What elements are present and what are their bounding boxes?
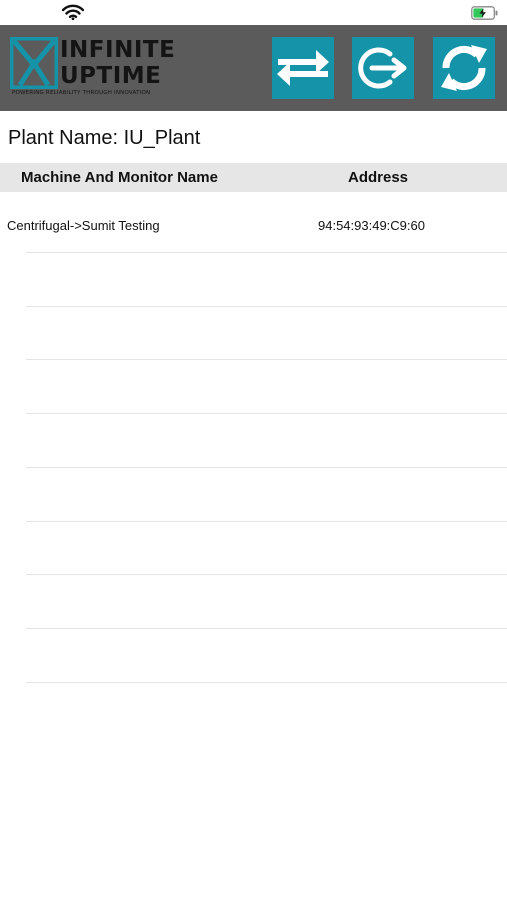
row-separator <box>26 682 507 683</box>
refresh-button[interactable] <box>433 37 495 99</box>
app-header: INFINITE UPTIME POWERING RELIABILITY THR… <box>0 25 507 111</box>
row-separator <box>26 574 507 575</box>
refresh-icon <box>441 45 487 91</box>
logo-mark-icon <box>10 37 58 89</box>
logout-button[interactable] <box>352 37 414 99</box>
address-cell: 94:54:93:49:C9:60 <box>318 218 425 233</box>
logo-line1: INFINITE <box>60 37 176 63</box>
plant-name: Plant Name: IU_Plant <box>8 127 201 149</box>
company-logo: INFINITE UPTIME POWERING RELIABILITY THR… <box>10 37 175 99</box>
column-header-address: Address <box>348 169 409 186</box>
row-separator <box>26 628 507 629</box>
row-separator <box>26 413 507 414</box>
machine-monitor-name-cell: Centrifugal->Sumit Testing <box>7 218 160 233</box>
column-header-machine-monitor-name: Machine And Monitor Name <box>21 169 218 186</box>
row-separator <box>26 252 507 253</box>
logo-line2: UPTIME <box>60 63 162 89</box>
table-row[interactable]: Centrifugal->Sumit Testing 94:54:93:49:C… <box>0 199 507 253</box>
table-header: Machine And Monitor Name Address <box>0 163 507 192</box>
row-separator <box>26 467 507 468</box>
battery-charging-icon <box>471 6 498 20</box>
row-separator <box>26 359 507 360</box>
swap-button[interactable] <box>272 37 334 99</box>
wifi-icon <box>62 4 84 20</box>
row-separator <box>26 521 507 522</box>
status-bar <box>0 0 507 25</box>
logout-icon <box>358 47 407 89</box>
swap-arrows-icon <box>277 50 329 86</box>
row-separator <box>26 306 507 307</box>
logo-tagline: POWERING RELIABILITY THROUGH INNOVATION <box>12 90 151 96</box>
